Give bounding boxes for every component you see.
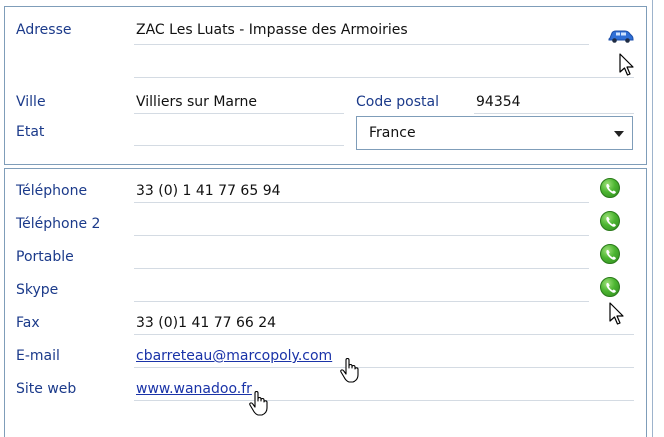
email-link[interactable]: cbarreteau@marcopoly.com bbox=[136, 347, 332, 365]
ville-field[interactable]: Villiers sur Marne bbox=[136, 93, 257, 111]
portable-underline bbox=[134, 268, 589, 269]
adresse-field[interactable]: ZAC Les Luats - Impasse des Armoiries bbox=[136, 21, 408, 39]
phone-icon[interactable] bbox=[600, 277, 620, 297]
arrow-cursor-icon bbox=[609, 302, 624, 325]
window-right-edge bbox=[652, 0, 664, 437]
code-postal-field[interactable]: 94354 bbox=[476, 93, 521, 111]
telephone-label: Téléphone bbox=[16, 183, 88, 199]
site-web-underline bbox=[134, 400, 634, 401]
address-panel: Adresse ZAC Les Luats - Impasse des Armo… bbox=[4, 6, 647, 165]
telephone-field[interactable]: 33 (0) 1 41 77 65 94 bbox=[136, 182, 281, 200]
etat-underline bbox=[134, 145, 344, 146]
telephone-underline bbox=[134, 202, 589, 203]
fax-field[interactable]: 33 (0)1 41 77 66 24 bbox=[136, 314, 276, 332]
ville-label: Ville bbox=[16, 94, 46, 110]
hand-cursor-icon bbox=[249, 391, 268, 416]
code-postal-underline bbox=[474, 113, 634, 114]
arrow-cursor-icon bbox=[619, 53, 634, 76]
site-web-label: Site web bbox=[16, 381, 77, 397]
ville-underline bbox=[134, 113, 344, 114]
country-select[interactable]: France bbox=[356, 116, 633, 150]
telephone2-label: Téléphone 2 bbox=[16, 216, 101, 232]
email-underline bbox=[134, 367, 634, 368]
email-label: E-mail bbox=[16, 348, 60, 364]
contact-panel: Téléphone 33 (0) 1 41 77 65 94 Téléphone… bbox=[4, 168, 647, 437]
car-icon[interactable] bbox=[608, 29, 634, 43]
adresse-line2-underline bbox=[134, 77, 634, 78]
chevron-down-icon[interactable] bbox=[614, 131, 624, 137]
phone-icon[interactable] bbox=[600, 244, 620, 264]
skype-underline bbox=[134, 301, 589, 302]
skype-label: Skype bbox=[16, 282, 59, 298]
code-postal-label: Code postal bbox=[356, 94, 439, 110]
fax-underline bbox=[134, 334, 634, 335]
portable-label: Portable bbox=[16, 249, 74, 265]
etat-label: Etat bbox=[16, 124, 45, 140]
hand-cursor-icon bbox=[340, 358, 359, 383]
phone-icon[interactable] bbox=[600, 211, 620, 231]
contact-form-window: Adresse ZAC Les Luats - Impasse des Armo… bbox=[0, 0, 664, 437]
site-web-link[interactable]: www.wanadoo.fr bbox=[136, 380, 252, 398]
adresse-label: Adresse bbox=[16, 22, 72, 38]
fax-label: Fax bbox=[16, 315, 40, 331]
country-selected-value: France bbox=[369, 125, 416, 141]
adresse-underline bbox=[134, 44, 589, 45]
telephone2-underline bbox=[134, 235, 589, 236]
phone-icon[interactable] bbox=[600, 178, 620, 198]
